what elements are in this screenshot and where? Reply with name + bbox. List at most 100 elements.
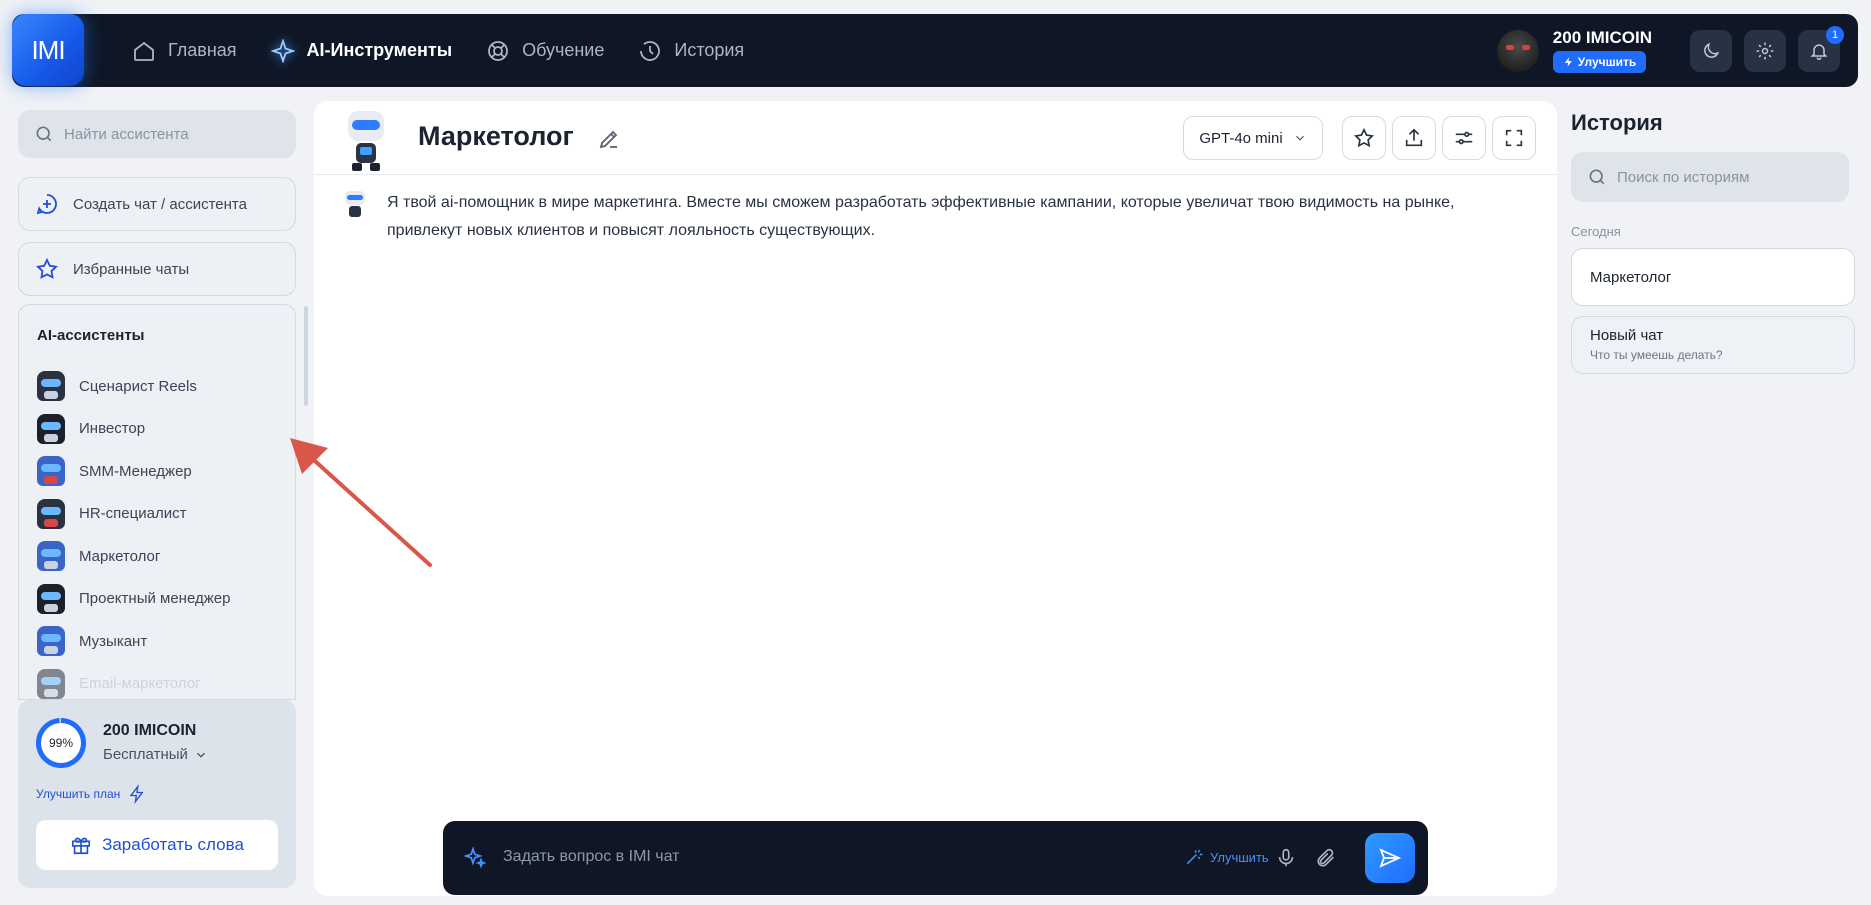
upgrade-button[interactable]: Улучшить <box>1552 51 1647 73</box>
chevron-down-icon <box>196 752 205 758</box>
top-navigation-bar: IMI Главная AI-Инструменты Обучение Исто… <box>12 14 1858 87</box>
history-panel: История Поиск по историям Сегодня Маркет… <box>1571 110 1855 374</box>
nav-home-label: Главная <box>168 40 237 60</box>
assistant-item[interactable]: SMM-Менеджер <box>37 450 230 493</box>
assistant-avatar <box>37 371 65 402</box>
favorite-button[interactable] <box>1342 116 1386 160</box>
nav-learning[interactable]: Обучение <box>486 39 604 63</box>
lightning-icon <box>129 784 144 804</box>
sparkle-icon <box>463 846 487 869</box>
bell-icon <box>1810 43 1828 60</box>
upgrade-label: Улучшить <box>1577 55 1637 69</box>
send-button[interactable] <box>1365 833 1415 883</box>
nav-history[interactable]: История <box>638 39 744 63</box>
assistant-item[interactable]: HR-специалист <box>37 493 230 536</box>
chat-settings-button[interactable] <box>1442 116 1486 160</box>
assistants-list: Сценарист Reels Инвестор SMM-Менеджер HR… <box>37 365 230 700</box>
assistant-label: SMM-Менеджер <box>79 462 192 480</box>
notifications-button[interactable]: 1 <box>1798 25 1844 72</box>
star-icon <box>1353 127 1375 148</box>
assistant-avatar <box>37 498 65 529</box>
nav-learning-label: Обучение <box>522 40 605 60</box>
model-select[interactable]: GPT-4o mini <box>1183 116 1323 160</box>
pencil-icon[interactable] <box>597 127 621 151</box>
composer-input[interactable]: Задать вопрос в IMI чат <box>503 848 680 866</box>
send-icon <box>1379 848 1402 868</box>
assistant-item[interactable]: Проектный менеджер <box>37 578 230 621</box>
assistant-label: HR-специалист <box>79 505 187 523</box>
upgrade-plan-link[interactable]: Улучшить план <box>36 784 146 804</box>
fullscreen-button[interactable] <box>1492 116 1536 160</box>
annotation-arrow <box>290 438 432 567</box>
improve-prompt-button[interactable]: Улучшить <box>1184 847 1269 867</box>
assistants-title: AI-ассистенты <box>37 327 145 344</box>
settings-button[interactable] <box>1744 29 1786 72</box>
paperclip-icon[interactable] <box>1315 846 1337 870</box>
history-title: История <box>1571 110 1663 135</box>
imi-logo[interactable]: IMI <box>12 14 84 86</box>
history-item-subtitle: Что ты умеешь делать? <box>1590 348 1723 362</box>
coins-box: 200 IMICOIN Улучшить <box>1552 28 1652 73</box>
create-chat-label: Создать чат / ассистента <box>73 195 247 213</box>
earn-words-button[interactable]: Заработать слова <box>36 820 278 870</box>
history-item-title: Маркетолог <box>1590 268 1672 286</box>
assistant-avatar <box>37 456 65 487</box>
expand-icon <box>1505 129 1523 147</box>
home-icon <box>134 41 154 61</box>
assistant-label: Инвестор <box>79 420 146 438</box>
assistant-item[interactable]: Сценарист Reels <box>37 365 230 408</box>
nav-home[interactable]: Главная <box>132 39 237 63</box>
assistant-avatar <box>37 413 65 444</box>
user-avatar[interactable] <box>1496 29 1539 72</box>
history-search-placeholder: Поиск по историям <box>1617 168 1750 186</box>
plan-coin-balance: 200 IMICOIN <box>103 722 197 739</box>
assistant-avatar <box>37 583 65 614</box>
assistant-item[interactable]: Маркетолог <box>37 535 230 578</box>
plan-selector[interactable]: Бесплатный <box>103 746 208 763</box>
main-nav: Главная AI-Инструменты Обучение История <box>132 14 778 87</box>
history-item[interactable]: Маркетолог <box>1571 248 1855 306</box>
history-item[interactable]: Новый чат Что ты умеешь делать? <box>1571 316 1855 374</box>
sparkle-icon <box>270 38 295 63</box>
usage-percent: 99% <box>48 736 74 750</box>
assistant-label: Музыкант <box>79 632 148 650</box>
history-search-input[interactable]: Поиск по историям <box>1571 152 1849 202</box>
account-area: 200 IMICOIN Улучшить 1 <box>1496 14 1844 87</box>
share-button[interactable] <box>1392 116 1436 160</box>
header-divider <box>314 174 1557 175</box>
assistant-search-placeholder: Найти ассистента <box>64 125 189 143</box>
gift-icon <box>71 837 91 855</box>
magic-wand-icon <box>1186 849 1203 865</box>
add-chat-icon <box>36 194 57 215</box>
create-chat-button[interactable]: Создать чат / ассистента <box>18 177 296 231</box>
search-icon <box>36 126 52 142</box>
message-composer[interactable]: Задать вопрос в IMI чат Улучшить <box>443 821 1428 895</box>
nav-history-label: История <box>674 40 745 60</box>
microphone-icon[interactable] <box>1275 846 1297 870</box>
assistant-item[interactable]: Email-маркетолог <box>37 663 230 700</box>
assistant-label: Сценарист Reels <box>79 377 197 395</box>
upgrade-plan-label: Улучшить план <box>36 787 121 801</box>
assistant-item[interactable]: Музыкант <box>37 620 230 663</box>
favorite-chats-label: Избранные чаты <box>73 260 190 278</box>
favorite-chats-button[interactable]: Избранные чаты <box>18 242 296 296</box>
nav-ai-tools-label: AI-Инструменты <box>306 40 453 60</box>
chat-panel: Маркетолог GPT-4o mini Я твой ai-помощни… <box>314 101 1557 896</box>
assistant-label: Email-маркетолог <box>79 675 201 693</box>
gear-icon <box>1756 42 1774 59</box>
assistant-search-input[interactable]: Найти ассистента <box>18 110 296 158</box>
theme-toggle-button[interactable] <box>1690 29 1732 72</box>
nav-ai-tools[interactable]: AI-Инструменты <box>270 38 453 63</box>
share-icon <box>1405 128 1423 147</box>
assistant-avatar <box>37 668 65 699</box>
assistant-item[interactable]: Инвестор <box>37 408 230 451</box>
notification-badge: 1 <box>1826 25 1844 44</box>
left-sidebar: Найти ассистента Создать чат / ассистент… <box>18 110 296 888</box>
assistant-avatar <box>37 541 65 572</box>
star-icon <box>36 257 58 279</box>
usage-progress-ring: 99% <box>36 718 86 768</box>
sidebar-scrollbar[interactable] <box>304 306 308 406</box>
marketer-bot-avatar <box>348 111 384 171</box>
assistants-panel: AI-ассистенты Сценарист Reels Инвестор S… <box>18 304 296 700</box>
logo-text: IMI <box>31 34 65 65</box>
